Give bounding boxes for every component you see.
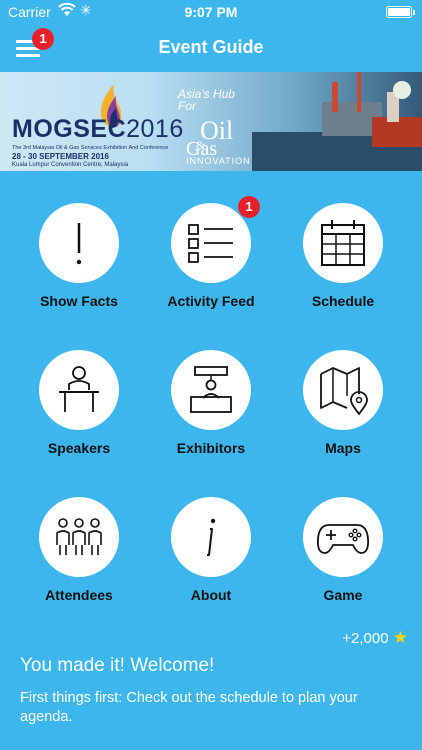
banner-hub-line2: For: [178, 99, 196, 113]
tile-show-facts[interactable]: Show Facts: [13, 203, 145, 343]
banner-innovation: INNOVATION: [186, 156, 251, 166]
tile-circle: [171, 203, 251, 283]
tile-attendees[interactable]: Attendees: [13, 497, 145, 637]
tile-circle: [303, 203, 383, 283]
tile-schedule[interactable]: Schedule: [277, 203, 409, 343]
tile-label: Game: [323, 587, 363, 603]
tile-circle: [303, 497, 383, 577]
tile-about[interactable]: About: [145, 497, 277, 637]
list-icon: [188, 224, 233, 263]
tile-game[interactable]: Game: [277, 497, 409, 637]
tile-label: Schedule: [311, 293, 375, 309]
map-pin-icon: [320, 367, 368, 416]
banner-venue: Kuala Lumpur Convention Centre, Malaysia: [12, 162, 129, 168]
tile-label: Attendees: [45, 587, 113, 603]
tile-label: About: [190, 587, 232, 603]
tile-activity-feed[interactable]: 1 Activity Feed: [145, 196, 277, 343]
tile-circle: [39, 350, 119, 430]
tile-circle: [303, 350, 383, 430]
gamepad-icon: [317, 524, 369, 554]
banner-brand: MOGSEC2016: [12, 115, 184, 144]
tile-circle: [39, 497, 119, 577]
tile-exhibitors[interactable]: Exhibitors: [145, 350, 277, 490]
exclamation-icon: [76, 223, 82, 265]
tile-circle: [39, 203, 119, 283]
nav-bar: 1 Event Guide: [0, 24, 422, 72]
calendar-icon: [321, 220, 365, 266]
tile-label: Maps: [325, 440, 361, 456]
welcome-title: You made it! Welcome!: [20, 655, 215, 676]
banner-hub: Asia's Hub For: [178, 88, 235, 112]
battery-icon: [386, 6, 415, 18]
activity-feed-badge: 1: [238, 196, 260, 218]
event-banner[interactable]: MOGSEC2016 The 3rd Malaysia Oil & Gas Se…: [0, 72, 422, 171]
people-group-icon: [56, 518, 102, 555]
battery-fill: [388, 8, 410, 16]
tile-label: Activity Feed: [167, 293, 255, 309]
welcome-text: First things first: Check out the schedu…: [20, 690, 358, 725]
tile-maps[interactable]: Maps: [277, 350, 409, 490]
tile-circle: [171, 497, 251, 577]
banner-year: 2016: [126, 115, 184, 143]
star-icon: ★: [392, 628, 408, 647]
points-value: +2,000: [342, 630, 389, 647]
tile-speakers[interactable]: Speakers: [13, 350, 145, 490]
banner-dates: 28 - 30 SEPTEMBER 2016: [12, 152, 109, 161]
tile-circle: [171, 350, 251, 430]
page-title: Event Guide: [158, 37, 264, 57]
speaker-podium-icon: [59, 366, 99, 412]
status-time: 9:07 PM: [184, 4, 238, 20]
banner-brand-name: MOGSEC: [12, 115, 127, 143]
exhibitor-booth-icon: [190, 366, 232, 413]
status-bar: Carrier ✳ 9:07 PM: [0, 0, 422, 24]
oil-rig-illustration: [252, 72, 422, 171]
tile-label: Show Facts: [40, 293, 118, 309]
tile-label: Speakers: [47, 440, 111, 456]
banner-subtitle: The 3rd Malaysia Oil & Gas Services Exhi…: [12, 145, 169, 151]
info-icon: [207, 518, 216, 556]
tile-label: Exhibitors: [176, 440, 246, 456]
points-indicator: +2,000 ★: [342, 628, 408, 648]
